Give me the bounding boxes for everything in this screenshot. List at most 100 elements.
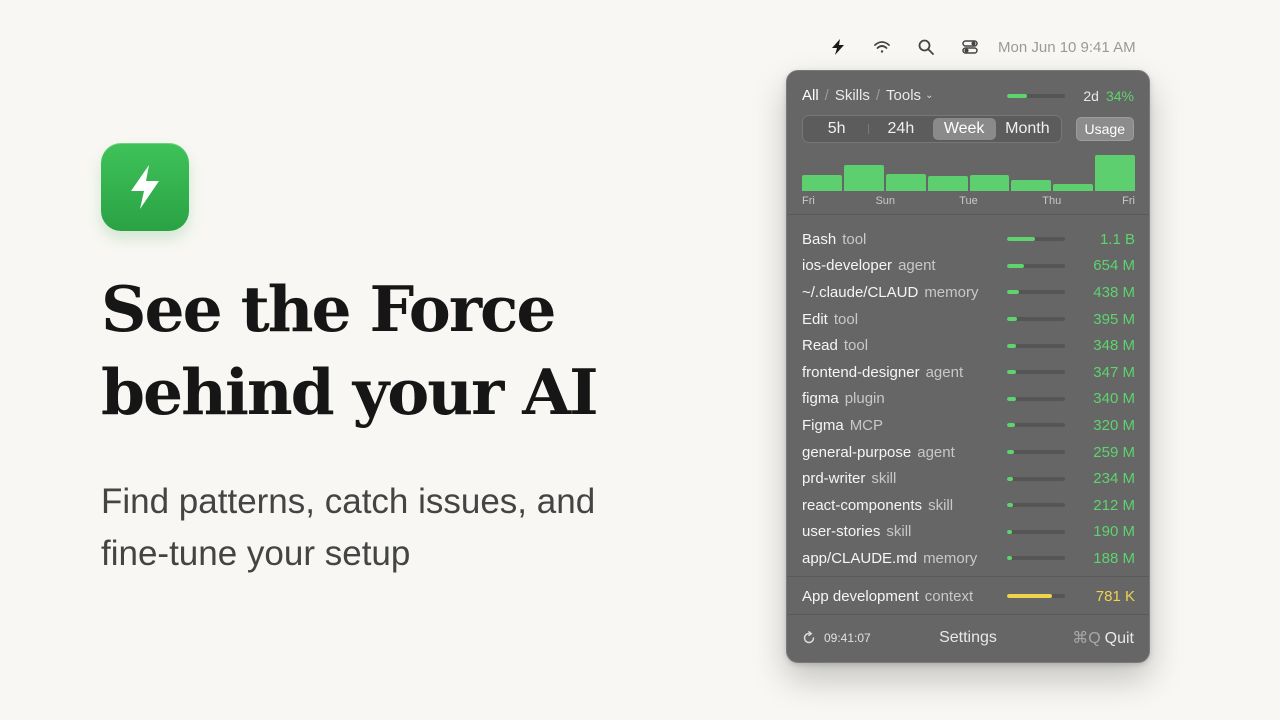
usage-row[interactable]: figma plugin 340 M (802, 386, 1135, 413)
search-icon[interactable] (916, 37, 936, 57)
range-5h[interactable]: 5h (805, 118, 868, 140)
context-usage-fill (1007, 594, 1053, 598)
usage-row-fill (1007, 396, 1016, 401)
headline-line-2: behind your AI (101, 355, 599, 429)
usage-row[interactable]: user-stories skill 190 M (802, 519, 1135, 546)
usage-row-label: Bash tool (802, 231, 998, 248)
chart-day-label: Fri (1122, 195, 1135, 207)
divider (787, 576, 1149, 577)
range-week[interactable]: Week (932, 118, 996, 140)
chart-bar (885, 174, 926, 191)
chart-day-label: Sun (875, 195, 896, 207)
usage-row-type: skill (871, 470, 897, 488)
context-type: context (924, 587, 974, 605)
usage-row[interactable]: app/CLAUDE.md memory 188 M (802, 545, 1135, 572)
usage-row-value: 654 M (1093, 257, 1135, 275)
usage-button[interactable]: Usage (1075, 117, 1134, 141)
usage-row[interactable]: general-purpose agent 259 M (802, 439, 1135, 466)
usage-bar-chart (802, 153, 1135, 191)
usage-row-name: Bash (802, 230, 837, 248)
usage-row-bar (1007, 529, 1065, 534)
usage-row-bar (1007, 503, 1065, 508)
usage-row-fill (1007, 529, 1012, 534)
context-usage-bar (1007, 594, 1065, 598)
usage-row[interactable]: react-components skill 212 M (802, 492, 1135, 519)
usage-row-fill (1007, 290, 1019, 295)
breadcrumb-tools[interactable]: Tools (886, 87, 921, 104)
usage-row-type: MCP (849, 416, 884, 434)
usage-row[interactable]: Bash tool 1.1 B (802, 226, 1135, 253)
usage-row[interactable]: Read tool 348 M (802, 332, 1135, 359)
usage-row-name: general-purpose (802, 443, 912, 461)
chart-bar (927, 175, 968, 191)
usage-row-value: 259 M (1093, 443, 1135, 461)
usage-row-type: tool (843, 337, 869, 355)
chart-bar (969, 175, 1010, 191)
settings-button[interactable]: Settings (939, 629, 997, 647)
usage-row-type: agent (925, 363, 964, 381)
headline-line-1: See the Force (101, 272, 556, 346)
usage-row-fill (1007, 423, 1016, 428)
breadcrumb: All / Skills / Tools ⌄ (802, 87, 933, 104)
usage-row-type: memory (924, 283, 979, 301)
panel-footer: 09:41:07 Settings ⌘Q Quit (802, 627, 1134, 649)
usage-row-type: agent (898, 257, 936, 275)
app-logo-icon (101, 143, 189, 231)
usage-row[interactable]: ios-developer agent 654 M (802, 253, 1135, 280)
usage-row-type: skill (928, 496, 954, 514)
usage-row-bar (1007, 370, 1065, 375)
usage-row-bar (1007, 343, 1065, 348)
quit-button[interactable]: ⌘Q Quit (1072, 628, 1134, 648)
overall-usage-fill (1007, 94, 1028, 98)
usage-row-name: frontend-designer (802, 363, 920, 381)
usage-row-label: figma plugin (802, 390, 998, 407)
usage-row-name: Edit (802, 310, 828, 328)
usage-row[interactable]: ~/.claude/CLAUD memory 438 M (802, 279, 1135, 306)
usage-row-name: Figma (802, 416, 844, 434)
usage-row-fill (1007, 503, 1013, 508)
chart-bar (802, 175, 842, 191)
usage-row-bar (1007, 396, 1065, 401)
usage-row-value: 340 M (1093, 390, 1135, 408)
usage-list: Bash tool 1.1 B ios-developer agent 654 M ~/.c… (802, 226, 1135, 572)
usage-row-type: skill (886, 523, 912, 541)
context-row[interactable]: App development context 781 K (802, 583, 1135, 609)
usage-row-value: 1.1 B (1099, 230, 1135, 248)
usage-row[interactable]: Edit tool 395 M (802, 306, 1135, 333)
usage-row-value: 348 M (1093, 337, 1135, 355)
usage-row-name: react-components (802, 496, 923, 514)
bolt-icon (131, 165, 159, 209)
usage-row-fill (1007, 450, 1014, 455)
usage-row[interactable]: Figma MCP 320 M (802, 412, 1135, 439)
menu-bar-clock[interactable]: Mon Jun 10 9:41 AM (998, 39, 1136, 56)
wifi-icon[interactable] (872, 37, 892, 57)
time-range-selector: 5h 24h Week Month (802, 115, 1062, 143)
chart-bar (1011, 180, 1052, 191)
subheadline-line-1: Find patterns, catch issues, and (101, 482, 596, 521)
usage-row-name: prd-writer (802, 470, 866, 488)
range-month[interactable]: Month (996, 118, 1059, 140)
refresh-icon[interactable] (802, 631, 816, 645)
chevron-down-icon[interactable]: ⌄ (925, 90, 933, 101)
usage-row-type: memory (923, 549, 978, 567)
chart-day-label: Thu (1042, 195, 1062, 207)
usage-row-fill (1007, 556, 1012, 561)
bolt-icon[interactable] (828, 37, 848, 57)
usage-row-bar (1007, 556, 1065, 561)
range-24h[interactable]: 24h (869, 118, 932, 140)
overall-usage-bar (1007, 94, 1066, 98)
usage-row-bar (1007, 263, 1065, 268)
usage-row-value: 320 M (1093, 416, 1135, 434)
usage-row-name: user-stories (802, 523, 881, 541)
usage-row-bar (1007, 237, 1065, 242)
usage-row-value: 212 M (1093, 496, 1135, 514)
usage-row-fill (1007, 370, 1017, 375)
control-center-icon[interactable] (960, 37, 980, 57)
overall-period: 2d (1083, 88, 1099, 104)
breadcrumb-separator: / (824, 87, 829, 104)
usage-row[interactable]: prd-writer skill 234 M (802, 465, 1135, 492)
breadcrumb-skills[interactable]: Skills (835, 87, 870, 104)
usage-row[interactable]: frontend-designer agent 347 M (802, 359, 1135, 386)
usage-row-value: 347 M (1093, 363, 1135, 381)
breadcrumb-all[interactable]: All (802, 87, 819, 104)
